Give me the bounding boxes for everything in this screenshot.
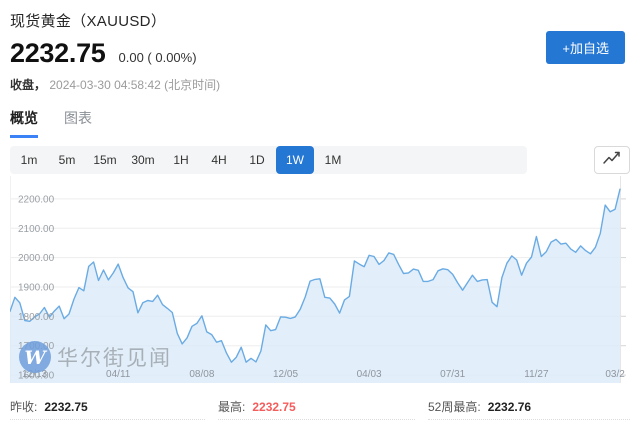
watermark-text: 华尔街见闻 — [57, 347, 172, 370]
watermark-logo-letter: W — [24, 347, 47, 369]
x-axis-label: 12/05 — [273, 369, 298, 380]
range-button-1D[interactable]: 1D — [238, 146, 276, 174]
stat-high: 最高: 2232.75 — [218, 394, 415, 420]
stat-value: 2232.75 — [252, 400, 295, 414]
x-axis-label: 04/11 — [106, 369, 131, 380]
y-axis-label: 2000.00 — [18, 253, 55, 264]
tab-chart[interactable]: 图表 — [64, 108, 92, 138]
chart-canvas[interactable]: 2200.002100.002000.001900.001800.001700.… — [10, 176, 630, 383]
range-button-15m[interactable]: 15m — [86, 146, 124, 174]
stat-label: 52周最高: — [428, 398, 481, 415]
market-status-label: 收盘， — [10, 78, 46, 92]
range-button-1H[interactable]: 1H — [162, 146, 200, 174]
y-axis-label: 1900.00 — [18, 283, 55, 294]
price-change: 0.00 ( 0.00%) — [119, 50, 197, 65]
view-tabs: 概览图表 — [0, 108, 640, 138]
market-status-row: 收盘， 2024-03-30 04:58:42 (北京时间) — [10, 76, 630, 93]
stat-value: 2232.76 — [488, 400, 531, 414]
stat-52w-high: 52周最高: 2232.76 — [428, 394, 630, 420]
last-price: 2232.75 — [10, 38, 106, 69]
range-button-5m[interactable]: 5m — [48, 146, 86, 174]
stat-prev-close: 昨收: 2232.75 — [10, 394, 205, 420]
x-axis-label: 04/03 — [357, 369, 382, 380]
range-button-4H[interactable]: 4H — [200, 146, 238, 174]
quote-stats: 昨收:2232.75最高:2232.7552周最高:2232.76今开:2232… — [10, 394, 630, 423]
range-button-30m[interactable]: 30m — [124, 146, 162, 174]
stat-value: 2232.75 — [44, 400, 87, 414]
timeframe-bar: 1m5m15m30m1H4H1D1W1M — [10, 146, 527, 174]
range-button-1M[interactable]: 1M — [314, 146, 352, 174]
add-watchlist-button[interactable]: +加自选 — [546, 31, 625, 64]
x-axis-label: 07/31 — [440, 369, 465, 380]
x-axis-label: 11/27 — [524, 369, 549, 380]
y-axis-label: 1800.00 — [18, 312, 55, 323]
price-row: 2232.75 0.00 ( 0.00%) — [10, 38, 630, 69]
range-button-1m[interactable]: 1m — [10, 146, 48, 174]
x-axis-label: 08/08 — [189, 369, 214, 380]
symbol-title: 现货黄金（XAUUSD） — [10, 10, 630, 31]
range-button-1W[interactable]: 1W — [276, 146, 314, 174]
chart-type-button[interactable] — [594, 146, 630, 174]
line-chart-icon — [601, 149, 623, 172]
chart-toolbar: 1m5m15m30m1H4H1D1W1M — [0, 146, 640, 174]
stat-label: 昨收: — [10, 398, 37, 415]
x-axis-label: 03/2 — [605, 369, 625, 380]
quote-page: 现货黄金（XAUUSD） 2232.75 0.00 ( 0.00%) 收盘， 2… — [0, 0, 640, 423]
quote-timestamp: 2024-03-30 04:58:42 (北京时间) — [49, 78, 220, 92]
price-chart[interactable]: 2200.002100.002000.001900.001800.001700.… — [10, 176, 630, 383]
tab-overview[interactable]: 概览 — [10, 108, 38, 138]
y-axis-label: 2200.00 — [18, 194, 55, 205]
y-axis-label: 2100.00 — [18, 224, 55, 235]
stat-label: 最高: — [218, 398, 245, 415]
quote-header: 现货黄金（XAUUSD） 2232.75 0.00 ( 0.00%) 收盘， 2… — [0, 0, 640, 93]
